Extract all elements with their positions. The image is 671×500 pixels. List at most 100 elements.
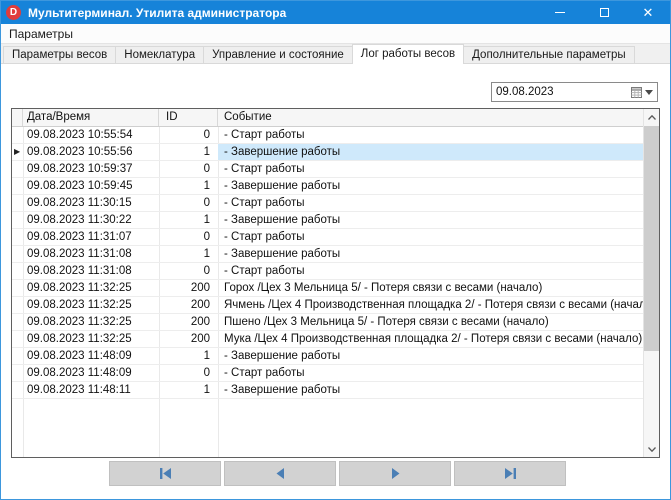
table-row[interactable]: 09.08.2023 11:32:25200Мука /Цех 4 Произв…: [12, 331, 643, 348]
cell-event[interactable]: - Завершение работы: [218, 246, 643, 262]
row-selector-cell: [12, 229, 23, 245]
table-row[interactable]: 09.08.2023 11:30:150- Старт работы: [12, 195, 643, 212]
cell-id[interactable]: 200: [159, 314, 218, 330]
cell-event[interactable]: Ячмень /Цех 4 Производственная площадка …: [218, 297, 643, 313]
cell-datetime[interactable]: 09.08.2023 11:48:09: [23, 365, 159, 381]
cell-datetime[interactable]: 09.08.2023 10:55:56: [23, 144, 159, 160]
cell-datetime[interactable]: 09.08.2023 11:30:22: [23, 212, 159, 228]
table-row[interactable]: 09.08.2023 10:55:540- Старт работы: [12, 127, 643, 144]
row-selector-cell: [12, 348, 23, 364]
cell-event[interactable]: Пшено /Цех 3 Мельница 5/ - Потеря связи …: [218, 314, 643, 330]
row-selector-cell: [12, 382, 23, 398]
cell-event[interactable]: - Старт работы: [218, 365, 643, 381]
cell-id[interactable]: 0: [159, 161, 218, 177]
cell-id[interactable]: 1: [159, 382, 218, 398]
cell-id[interactable]: 1: [159, 246, 218, 262]
table-header: Дата/Время ID Событие: [12, 109, 659, 127]
cell-datetime[interactable]: 09.08.2023 11:32:25: [23, 297, 159, 313]
cell-event[interactable]: - Старт работы: [218, 263, 643, 279]
cell-id[interactable]: 200: [159, 297, 218, 313]
table-row[interactable]: 09.08.2023 11:32:25200Пшено /Цех 3 Мельн…: [12, 314, 643, 331]
cell-id[interactable]: 0: [159, 229, 218, 245]
cell-datetime[interactable]: 09.08.2023 11:32:25: [23, 314, 159, 330]
tab-2[interactable]: Управление и состояние: [203, 46, 352, 64]
menu-item-parametry[interactable]: Параметры: [1, 24, 81, 43]
row-selector-cell: [12, 263, 23, 279]
table-row[interactable]: 09.08.2023 10:59:370- Старт работы: [12, 161, 643, 178]
cell-datetime[interactable]: 09.08.2023 11:31:08: [23, 263, 159, 279]
table-row[interactable]: 09.08.2023 11:32:25200Горох /Цех 3 Мельн…: [12, 280, 643, 297]
cell-event[interactable]: - Завершение работы: [218, 144, 643, 160]
cell-id[interactable]: 0: [159, 195, 218, 211]
cell-datetime[interactable]: 09.08.2023 10:55:54: [23, 127, 159, 143]
close-button[interactable]: ✕: [626, 1, 670, 24]
table-row[interactable]: 09.08.2023 11:48:090- Старт работы: [12, 365, 643, 382]
cell-datetime[interactable]: 09.08.2023 11:31:08: [23, 246, 159, 262]
grid-body: 09.08.2023 10:55:540- Старт работы▶09.08…: [12, 127, 643, 457]
cell-event[interactable]: - Старт работы: [218, 195, 643, 211]
cell-id[interactable]: 0: [159, 365, 218, 381]
table-row[interactable]: 09.08.2023 11:31:081- Завершение работы: [12, 246, 643, 263]
cell-event[interactable]: - Завершение работы: [218, 178, 643, 194]
row-selector-cell: [12, 331, 23, 347]
cell-datetime[interactable]: 09.08.2023 11:32:25: [23, 280, 159, 296]
pager-last-button[interactable]: [454, 461, 566, 486]
scroll-down-button[interactable]: [644, 441, 659, 457]
pager-first-button[interactable]: [109, 461, 221, 486]
first-record-icon: [159, 467, 172, 480]
row-selector-cell: ▶: [12, 144, 23, 160]
vertical-scrollbar[interactable]: [643, 109, 659, 457]
cell-id[interactable]: 1: [159, 212, 218, 228]
cell-datetime[interactable]: 09.08.2023 11:31:07: [23, 229, 159, 245]
header-event[interactable]: Событие: [218, 109, 659, 126]
cell-datetime[interactable]: 09.08.2023 10:59:37: [23, 161, 159, 177]
cell-event[interactable]: - Старт работы: [218, 229, 643, 245]
last-record-icon: [504, 467, 517, 480]
pager-next-button[interactable]: [339, 461, 451, 486]
maximize-button[interactable]: [582, 1, 626, 24]
tab-0[interactable]: Параметры весов: [3, 46, 115, 64]
minimize-button[interactable]: [538, 1, 582, 24]
table-row[interactable]: 09.08.2023 10:59:451- Завершение работы: [12, 178, 643, 195]
header-datetime[interactable]: Дата/Время: [23, 109, 159, 126]
cell-id[interactable]: 0: [159, 127, 218, 143]
chevron-up-icon: [648, 115, 656, 120]
date-filter[interactable]: 09.08.2023: [491, 82, 658, 102]
header-id[interactable]: ID: [159, 109, 218, 126]
cell-event[interactable]: Мука /Цех 4 Производственная площадка 2/…: [218, 331, 643, 347]
cell-id[interactable]: 0: [159, 263, 218, 279]
scrollbar-thumb[interactable]: [644, 126, 659, 351]
table-row[interactable]: 09.08.2023 11:31:080- Старт работы: [12, 263, 643, 280]
app-icon: D: [6, 5, 21, 20]
cell-id[interactable]: 1: [159, 144, 218, 160]
menubar: Параметры: [1, 24, 670, 44]
row-selector-cell: [12, 178, 23, 194]
table-row[interactable]: 09.08.2023 11:30:221- Завершение работы: [12, 212, 643, 229]
cell-event[interactable]: - Завершение работы: [218, 212, 643, 228]
cell-id[interactable]: 1: [159, 178, 218, 194]
cell-event[interactable]: - Завершение работы: [218, 348, 643, 364]
table-row[interactable]: 09.08.2023 11:32:25200Ячмень /Цех 4 Прои…: [12, 297, 643, 314]
cell-datetime[interactable]: 09.08.2023 10:59:45: [23, 178, 159, 194]
cell-id[interactable]: 1: [159, 348, 218, 364]
cell-datetime[interactable]: 09.08.2023 11:48:11: [23, 382, 159, 398]
cell-id[interactable]: 200: [159, 331, 218, 347]
cell-datetime[interactable]: 09.08.2023 11:32:25: [23, 331, 159, 347]
tab-3[interactable]: Лог работы весов: [352, 44, 464, 64]
table-row[interactable]: 09.08.2023 11:48:091- Завершение работы: [12, 348, 643, 365]
table-row[interactable]: 09.08.2023 11:31:070- Старт работы: [12, 229, 643, 246]
tab-1[interactable]: Номеклатура: [115, 46, 203, 64]
cell-event[interactable]: - Старт работы: [218, 161, 643, 177]
table-row[interactable]: 09.08.2023 11:48:111- Завершение работы: [12, 382, 643, 399]
cell-datetime[interactable]: 09.08.2023 11:30:15: [23, 195, 159, 211]
cell-id[interactable]: 200: [159, 280, 218, 296]
cell-event[interactable]: - Завершение работы: [218, 382, 643, 398]
cell-datetime[interactable]: 09.08.2023 11:48:09: [23, 348, 159, 364]
cell-event[interactable]: Горох /Цех 3 Мельница 5/ - Потеря связи …: [218, 280, 643, 296]
table-row[interactable]: ▶09.08.2023 10:55:561- Завершение работы: [12, 144, 643, 161]
pager-prior-button[interactable]: [224, 461, 336, 486]
scroll-up-button[interactable]: [644, 109, 659, 125]
date-filter-dropdown-button[interactable]: [629, 83, 657, 101]
tab-4[interactable]: Дополнительные параметры: [464, 46, 635, 64]
cell-event[interactable]: - Старт работы: [218, 127, 643, 143]
